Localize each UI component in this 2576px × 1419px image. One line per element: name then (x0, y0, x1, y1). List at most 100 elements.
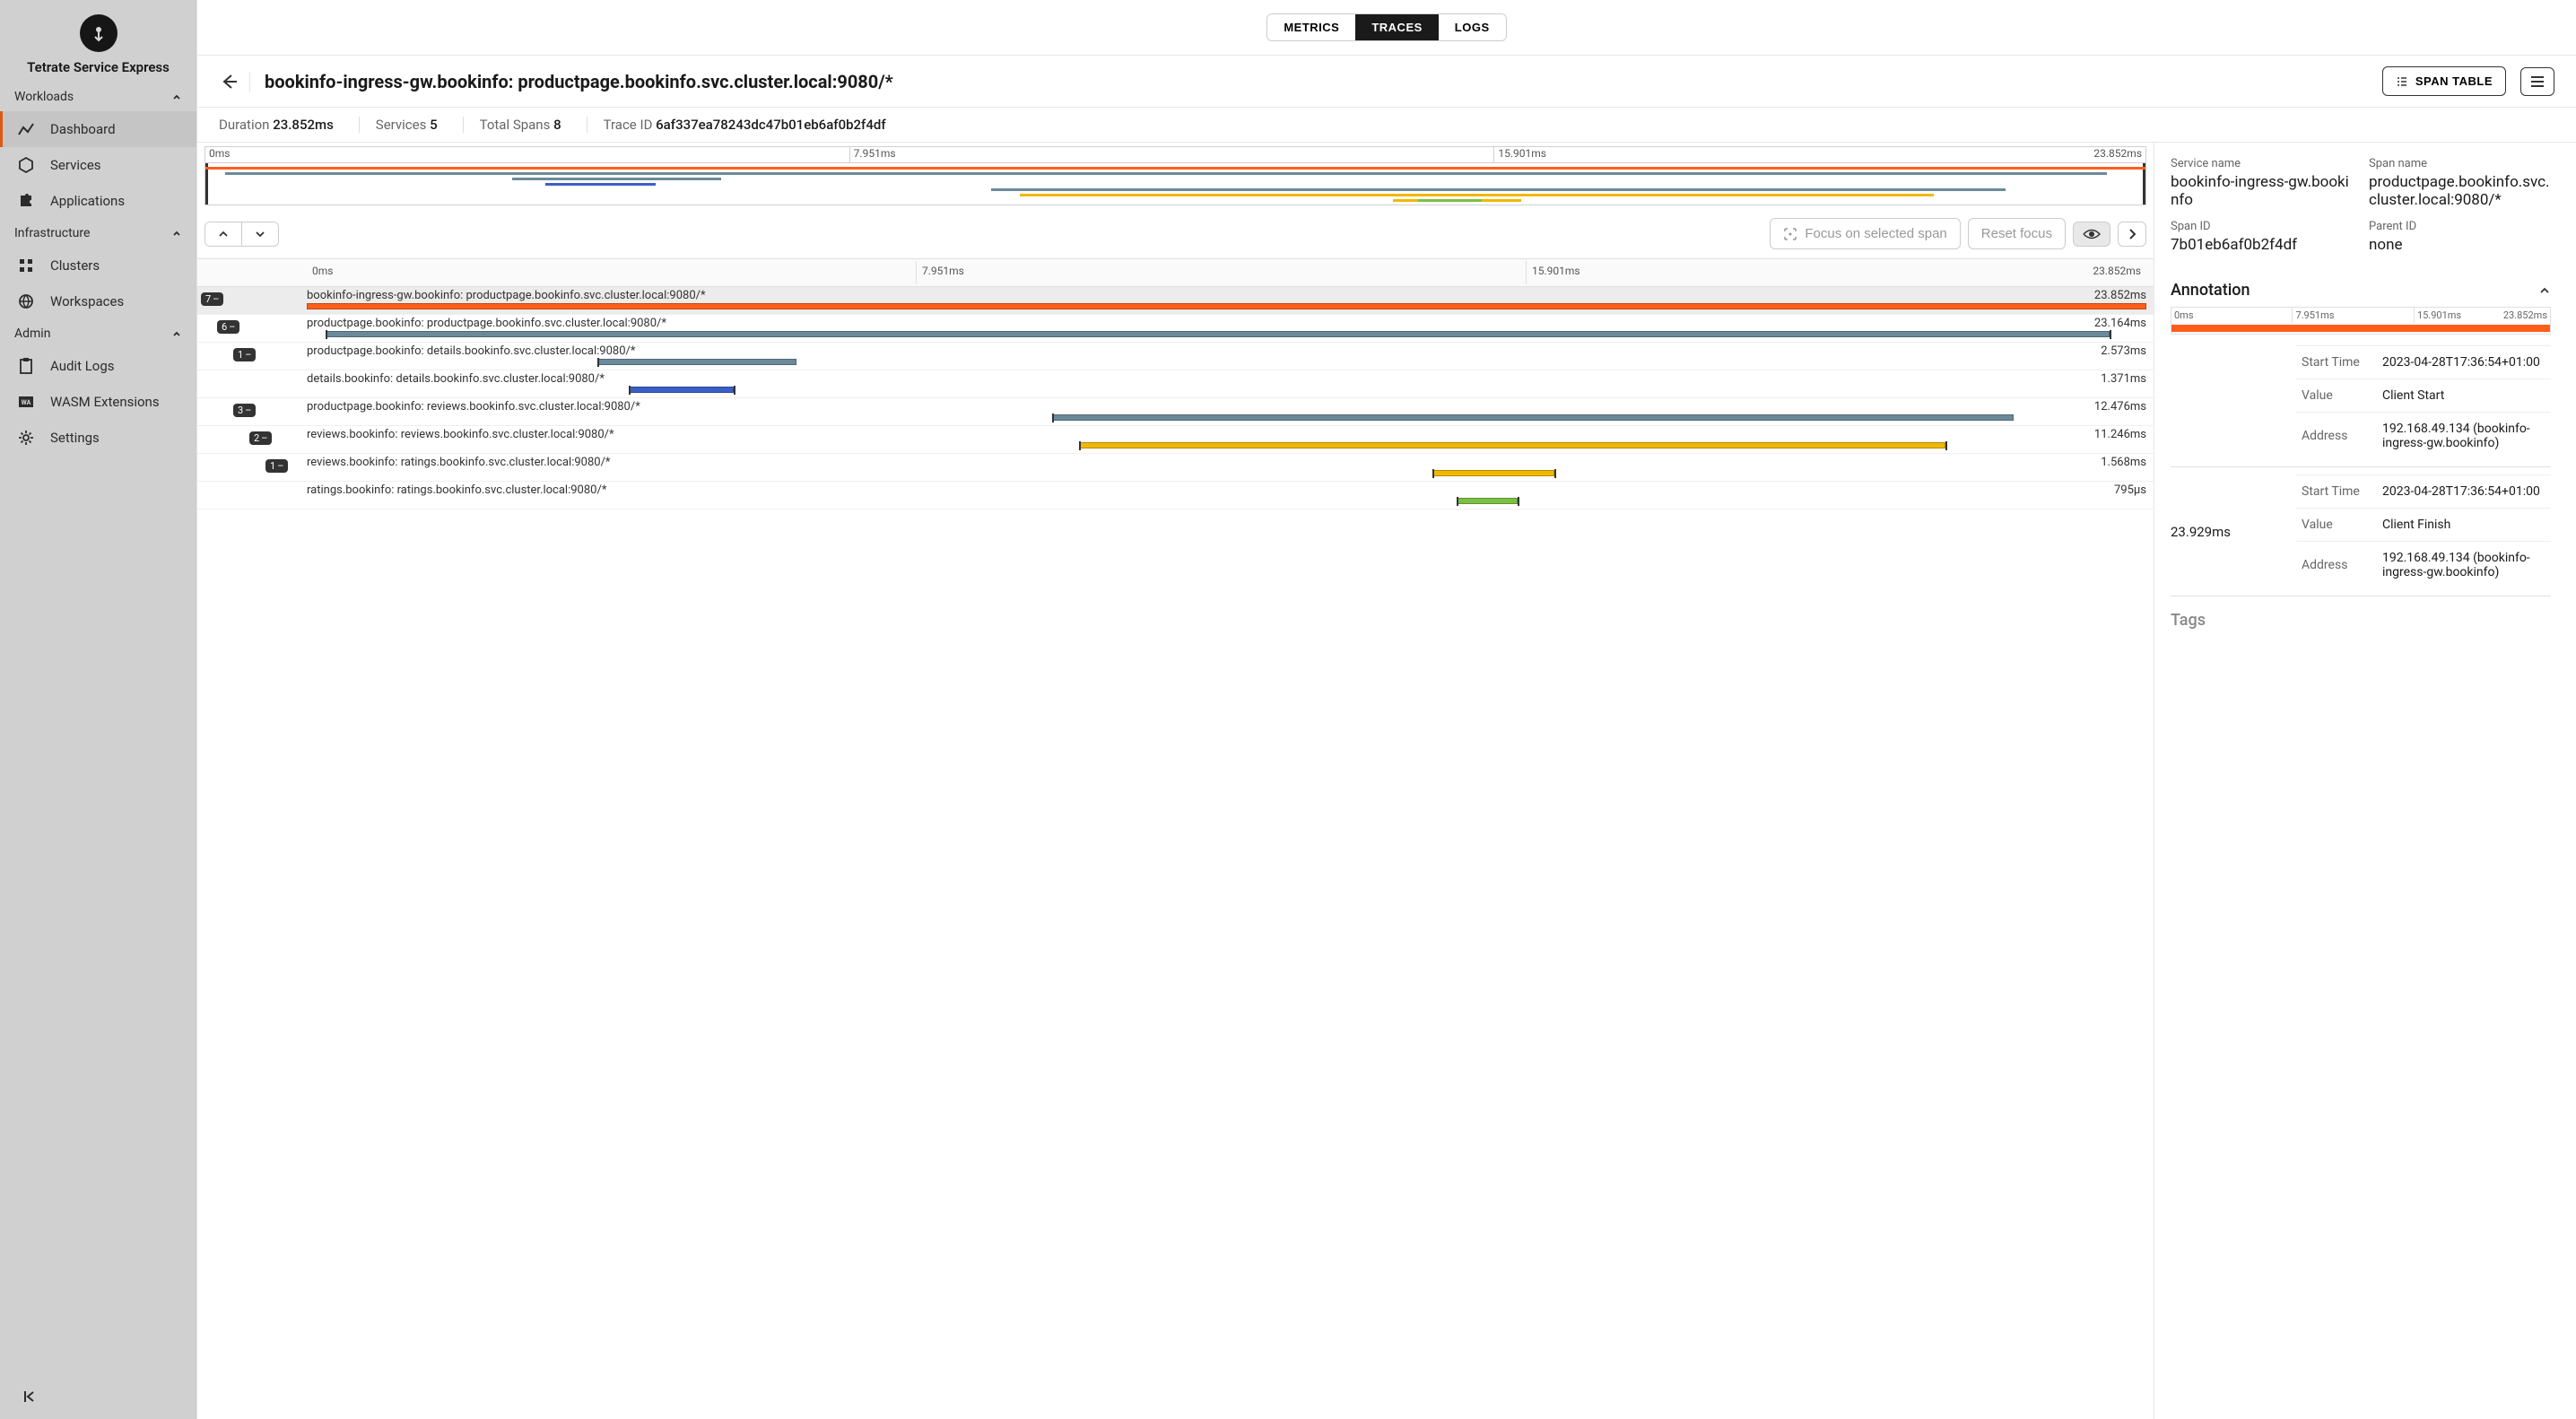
span-child-count-badge[interactable]: 1– (233, 348, 256, 361)
span-duration: 1.568ms (2101, 456, 2146, 469)
parent-id-value: none (2369, 236, 2551, 254)
minimap-bar (205, 167, 2145, 170)
span-name-value: productpage.bookinfo.svc.cluster.local:9… (2369, 173, 2551, 209)
expand-collapse-group (205, 222, 279, 247)
annotation-row: Start Time2023-04-28T17:36:54+01:00 (2296, 475, 2551, 509)
span-tick (2110, 330, 2111, 339)
span-bar (326, 331, 2110, 337)
trace-timeline-pane: 0ms 7.951ms 15.901ms 23.852ms (197, 143, 2154, 1419)
span-child-count-badge[interactable]: 6– (217, 320, 239, 334)
collapse-spans-button[interactable] (205, 222, 241, 246)
span-list-header: 0ms 7.951ms 15.901ms 23.852ms (197, 258, 2154, 287)
span-row[interactable]: 2– reviews.bookinfo: reviews.bookinfo.sv… (197, 426, 2154, 454)
eye-toggle-button[interactable] (2073, 222, 2110, 247)
span-duration: 23.164ms (2094, 317, 2146, 330)
span-bar (307, 303, 2146, 309)
tab-traces[interactable]: TRACES (1355, 14, 1438, 40)
service-name-value: bookinfo-ingress-gw.bookinfo (2171, 173, 2353, 209)
span-id-value: 7b01eb6af0b2f4df (2171, 236, 2353, 254)
span-tick (734, 386, 735, 395)
annotation-value: Client Finish (2377, 509, 2551, 542)
span-name: productpage.bookinfo: details.bookinfo.s… (307, 344, 635, 358)
trace-stats: Duration 23.852ms Services 5 Total Spans… (197, 108, 2576, 143)
annotation-block: Start Time2023-04-28T17:36:54+01:00Value… (2171, 345, 2551, 459)
trace-minimap[interactable]: 0ms 7.951ms 15.901ms 23.852ms (205, 146, 2146, 205)
tags-section-toggle[interactable]: Tags (2171, 604, 2551, 637)
parent-id-label: Parent ID (2369, 220, 2551, 233)
next-button[interactable] (2118, 222, 2146, 247)
span-tick (1079, 441, 1081, 450)
annotation-row: ValueClient Start (2296, 379, 2551, 413)
expand-spans-button[interactable] (241, 222, 278, 246)
span-tick (597, 358, 599, 367)
span-bar (1079, 442, 1945, 448)
annotation-section-toggle[interactable]: Annotation (2171, 274, 2551, 307)
span-id-label: Span ID (2171, 220, 2353, 233)
span-duration: 2.573ms (2101, 344, 2146, 358)
reset-focus-button[interactable]: Reset focus (1968, 218, 2066, 249)
minimap-bar (225, 172, 2107, 175)
span-tick (326, 330, 327, 339)
span-duration: 1.371ms (2101, 372, 2146, 386)
sidebar-dim-overlay (0, 0, 196, 1419)
annotation-block: 23.929msStart Time2023-04-28T17:36:54+01… (2171, 474, 2551, 588)
annotation-key: Value (2296, 379, 2377, 413)
annotation-key: Address (2296, 542, 2377, 589)
span-tick (1432, 469, 1434, 478)
focus-span-button[interactable]: Focus on selected span (1770, 218, 1960, 249)
span-child-count-badge[interactable]: 1– (265, 459, 288, 473)
span-table-button[interactable]: SPAN TABLE (2382, 66, 2506, 96)
span-row[interactable]: 6– productpage.bookinfo: productpage.boo… (197, 315, 2154, 343)
span-name: ratings.bookinfo: ratings.bookinfo.svc.c… (307, 483, 606, 497)
list-icon (2396, 75, 2408, 88)
annotation-row: Address192.168.49.134 (bookinfo-ingress-… (2296, 413, 2551, 460)
annotation-value: 2023-04-28T17:36:54+01:00 (2377, 475, 2551, 509)
span-duration: 12.476ms (2094, 400, 2146, 414)
span-row[interactable]: 3– productpage.bookinfo: reviews.bookinf… (197, 398, 2154, 426)
menu-button[interactable] (2520, 67, 2554, 96)
span-tick (1518, 497, 1519, 506)
annotation-row: Address192.168.49.134 (bookinfo-ingress-… (2296, 542, 2551, 589)
span-child-count-badge[interactable]: 7– (201, 292, 223, 306)
annotation-value: 192.168.49.134 (bookinfo-ingress-gw.book… (2377, 413, 2551, 460)
annotation-key: Start Time (2296, 346, 2377, 379)
chevron-up-icon (2538, 286, 2551, 295)
span-detail-pane: Service name bookinfo-ingress-gw.bookinf… (2154, 143, 2576, 1419)
span-duration: 795µs (2114, 483, 2146, 497)
span-row[interactable]: 7– bookinfo-ingress-gw.bookinfo: product… (197, 287, 2154, 315)
minimap-bar (545, 183, 656, 186)
annotation-timeline: 0ms 7.951ms 15.901ms 23.852ms (2171, 307, 2551, 335)
span-tick (1052, 414, 1054, 422)
service-name-label: Service name (2171, 157, 2353, 170)
span-row[interactable]: ratings.bookinfo: ratings.bookinfo.svc.c… (197, 482, 2154, 509)
span-name: productpage.bookinfo: productpage.bookin… (307, 317, 666, 330)
minimap-bar (512, 178, 722, 180)
tab-metrics[interactable]: METRICS (1267, 14, 1355, 40)
minimap-bar (1418, 199, 1482, 202)
span-name: reviews.bookinfo: ratings.bookinfo.svc.c… (307, 456, 611, 469)
annotation-value: 2023-04-28T17:36:54+01:00 (2377, 346, 2551, 379)
span-name: productpage.bookinfo: reviews.bookinfo.s… (307, 400, 640, 414)
span-name-label: Span name (2369, 157, 2551, 170)
tab-logs[interactable]: LOGS (1439, 14, 1506, 40)
trace-title: bookinfo-ingress-gw.bookinfo: productpag… (265, 71, 2368, 92)
span-tick (1554, 469, 1556, 478)
span-bar (597, 359, 796, 365)
span-row[interactable]: 1– productpage.bookinfo: details.bookinf… (197, 343, 2154, 370)
span-row[interactable]: details.bookinfo: details.bookinfo.svc.c… (197, 370, 2154, 398)
annotation-value: Client Start (2377, 379, 2551, 413)
sidebar: Tetrate Service Express WorkloadsDashboa… (0, 0, 197, 1419)
minimap-bar (1020, 194, 1934, 196)
annotation-key: Start Time (2296, 475, 2377, 509)
span-duration: 11.246ms (2094, 428, 2146, 441)
annotation-time: 23.929ms (2171, 474, 2296, 588)
annotation-value: 192.168.49.134 (bookinfo-ingress-gw.book… (2377, 542, 2551, 589)
span-child-count-badge[interactable]: 2– (249, 431, 272, 445)
span-child-count-badge[interactable]: 3– (233, 404, 256, 417)
annotation-key: Value (2296, 509, 2377, 542)
minimap-bar (991, 188, 2006, 191)
span-row[interactable]: 1– reviews.bookinfo: ratings.bookinfo.sv… (197, 454, 2154, 482)
span-tick (629, 386, 631, 395)
annotation-key: Address (2296, 413, 2377, 460)
back-button[interactable] (219, 72, 250, 91)
